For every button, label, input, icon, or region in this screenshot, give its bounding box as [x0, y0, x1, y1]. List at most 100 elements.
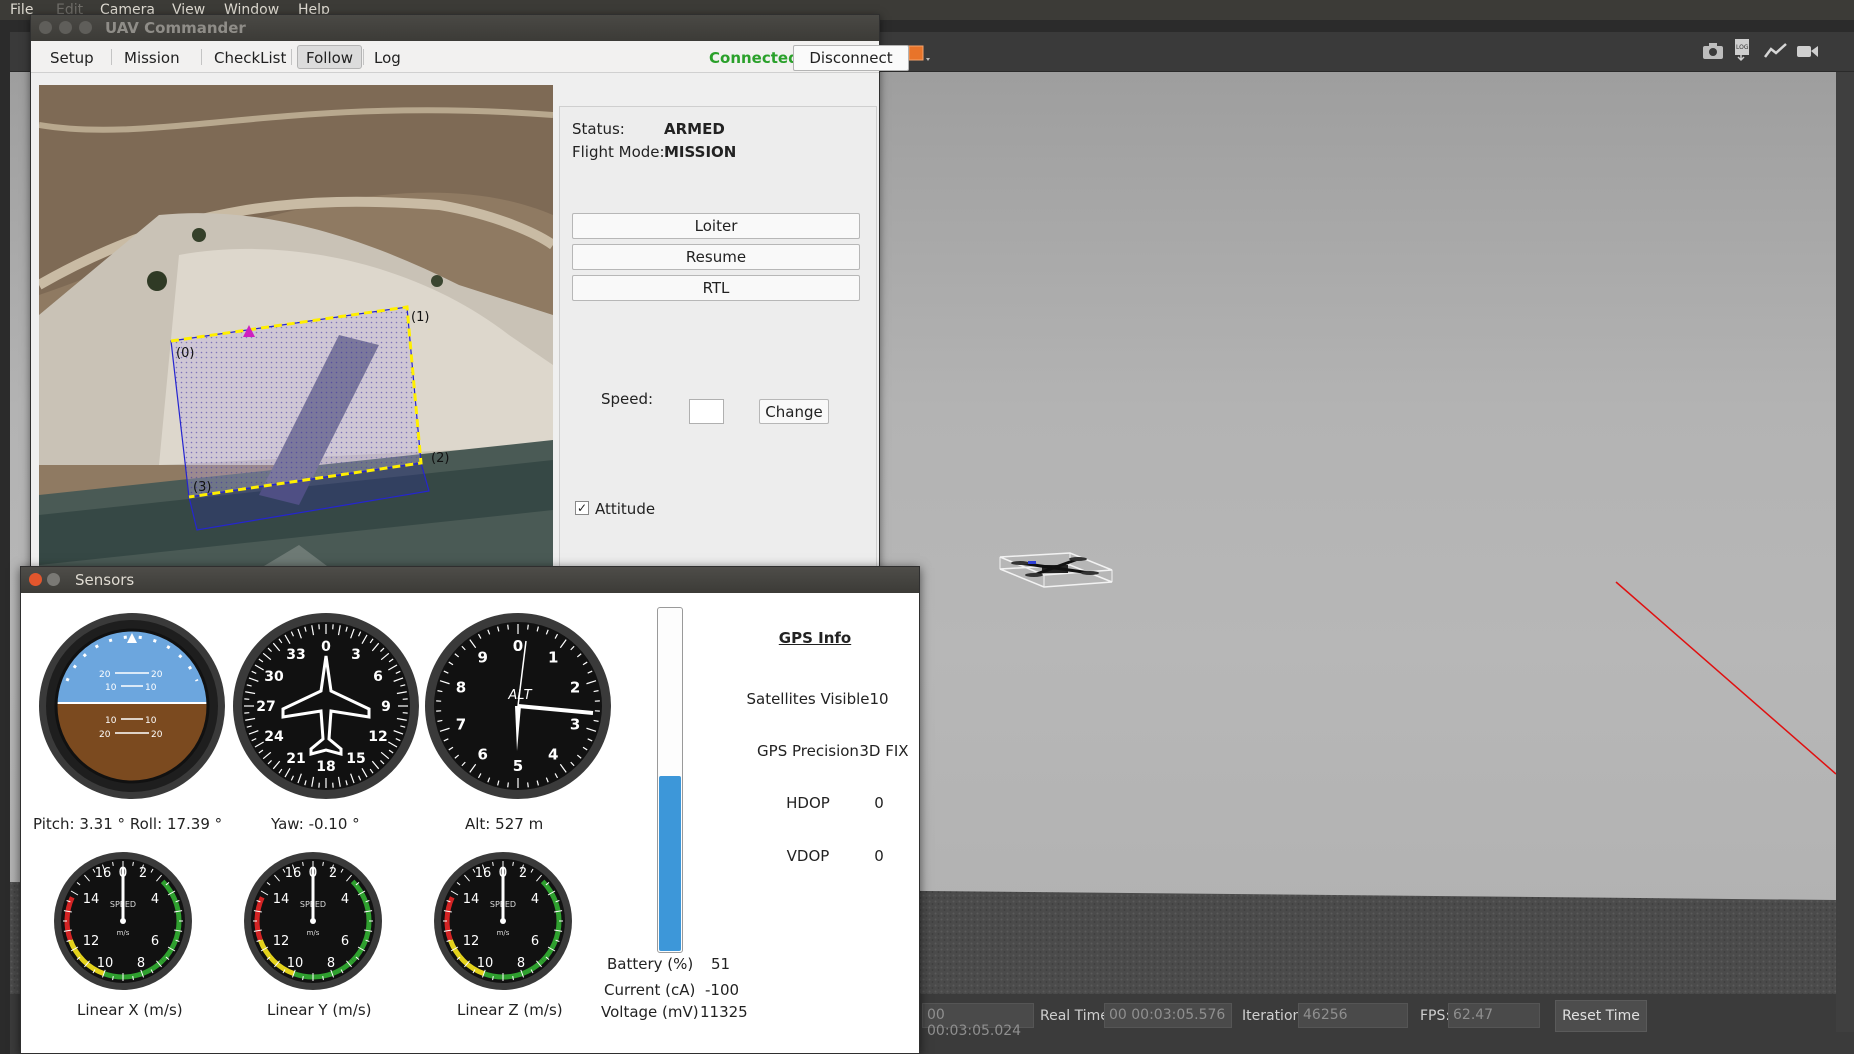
iterations-value: 46256 [1298, 1003, 1408, 1028]
resume-button[interactable]: Resume [572, 244, 860, 270]
log-icon[interactable]: LOG [1732, 38, 1752, 62]
linear-y-label: Linear Y (m/s) [267, 1001, 372, 1019]
compass-tick-label: 6 [373, 669, 383, 685]
battery-level-bar [657, 607, 683, 953]
degree-symbol: ° [214, 815, 223, 833]
speed-gauge-unit: m/s [497, 929, 510, 937]
tab-log[interactable]: Log [365, 45, 410, 69]
speed-gauge-unit: m/s [117, 929, 130, 937]
speed-input[interactable] [689, 399, 724, 424]
horizon-tick: 20 [151, 670, 163, 680]
rtl-button[interactable]: RTL [572, 275, 860, 301]
real-time-label: Real Time: [1040, 1008, 1114, 1024]
sensors-window-title: Sensors [75, 571, 135, 589]
scene-right-scrollbar[interactable] [1836, 72, 1854, 1032]
sensors-body: 20 20 10 10 10 10 20 20 0 3 6 9 12 15 18 21 24 27… [21, 593, 919, 1053]
alt-value: 527 [495, 815, 524, 833]
box-shape-icon[interactable] [906, 40, 930, 61]
sensors-titlebar[interactable]: Sensors [21, 567, 919, 593]
plot-icon[interactable] [1764, 42, 1787, 60]
sim-time-value: 00 00:03:05.024 [922, 1003, 1034, 1039]
speed-tick-label: 14 [273, 892, 290, 907]
tab-checklist[interactable]: CheckList [205, 45, 295, 69]
tab-setup[interactable]: Setup [41, 45, 103, 69]
battery-level-fill [659, 775, 681, 951]
speed-tick-label: 6 [341, 934, 349, 949]
alt-tick-label: 3 [570, 716, 580, 734]
battery-value: 51 [711, 955, 731, 973]
vdop-value: 0 [874, 847, 884, 865]
compass-tick-label: 12 [368, 729, 387, 745]
attitude-label: Attitude [595, 500, 656, 518]
disconnect-button[interactable]: Disconnect [793, 45, 909, 71]
alt-tick-label: 5 [513, 757, 523, 775]
alt-label: Alt: [465, 815, 491, 833]
alt-tick-label: 9 [478, 648, 488, 666]
reset-time-button[interactable]: Reset Time [1555, 1000, 1647, 1032]
voltage-label: Voltage (mV) [601, 1003, 699, 1021]
roll-value: 17.39 [166, 815, 210, 833]
speed-tick-label: 12 [463, 934, 480, 949]
attitude-checkbox[interactable]: ✓ [575, 501, 589, 515]
voltage-value: 11325 [700, 1003, 748, 1021]
horizon-tick: 10 [105, 683, 117, 693]
minimize-icon[interactable] [47, 573, 60, 586]
close-icon[interactable] [39, 21, 52, 34]
speed-tick-label: 6 [531, 934, 539, 949]
alt-tick-label: 8 [456, 678, 466, 696]
current-label: Current (cA) [604, 981, 696, 999]
tab-mission[interactable]: Mission [115, 45, 189, 69]
minimize-icon[interactable] [59, 21, 72, 34]
pitch-value: 3.31 [79, 815, 113, 833]
speed-tick-label: 14 [83, 892, 100, 907]
speed-tick-label: 8 [517, 956, 525, 971]
uav-titlebar[interactable]: UAV Commander [31, 15, 879, 41]
horizon-tick: 20 [151, 730, 163, 740]
waypoint-label: (0) [176, 346, 194, 361]
attitude-readout: Pitch: 3.31 ° Roll: 17.39 ° [33, 815, 222, 833]
altimeter-gauge: 0123456789 ALT [425, 613, 611, 799]
speed-tick-label: 8 [327, 956, 335, 971]
waypoint-label: (1) [411, 310, 429, 325]
maximize-icon[interactable] [79, 21, 92, 34]
fps-value: 62.47 [1448, 1003, 1540, 1028]
compass-tick-label: 33 [286, 647, 305, 663]
compass-tick-label: 18 [316, 759, 335, 775]
drone-model [999, 552, 1113, 588]
tab-separator [201, 49, 202, 65]
flight-mode-value: MISSION [664, 143, 737, 161]
tab-follow[interactable]: Follow [297, 45, 363, 69]
screenshot-icon[interactable] [1702, 42, 1723, 60]
speed-tick-label: 12 [83, 934, 100, 949]
alt-tick-label: 4 [548, 746, 558, 764]
horizon-tick: 10 [145, 683, 157, 693]
linear-x-label: Linear X (m/s) [77, 1001, 183, 1019]
compass-tick-label: 21 [286, 751, 305, 767]
alt-tick-label: 7 [456, 716, 466, 734]
horizon-tick: 10 [105, 716, 117, 726]
gps-info-title: GPS Info [778, 629, 852, 647]
compass-tick-label: 24 [264, 729, 284, 745]
battery-label: Battery (%) [607, 955, 694, 973]
svg-text:LOG: LOG [1736, 44, 1749, 51]
horizon-tick: 20 [99, 730, 111, 740]
alt-readout: Alt: 527 m [465, 815, 543, 833]
speed-tick-label: 16 [475, 866, 492, 881]
satellites-value: 10 [869, 690, 889, 708]
speed-tick-label: 14 [463, 892, 480, 907]
real-time-value: 00 00:03:05.576 [1104, 1003, 1232, 1028]
pitch-label: Pitch: [33, 815, 75, 833]
attitude-indicator-gauge: 20 20 10 10 10 10 20 20 [39, 613, 225, 799]
close-icon[interactable] [29, 573, 42, 586]
speed-tick-label: 16 [95, 866, 112, 881]
compass-tick-label: 9 [381, 699, 391, 715]
compass-tick-label: 30 [264, 669, 284, 685]
speed-tick-label: 4 [531, 892, 539, 907]
degree-symbol: ° [352, 815, 360, 833]
loiter-button[interactable]: Loiter [572, 213, 860, 239]
uav-tab-bar: Setup Mission CheckList Follow Log Conne… [31, 41, 909, 73]
change-speed-button[interactable]: Change [759, 399, 829, 424]
satellite-map[interactable]: (0) (1) (2) (3) [39, 85, 553, 575]
video-record-icon[interactable] [1796, 42, 1818, 60]
waypoint-label: (3) [193, 480, 211, 495]
